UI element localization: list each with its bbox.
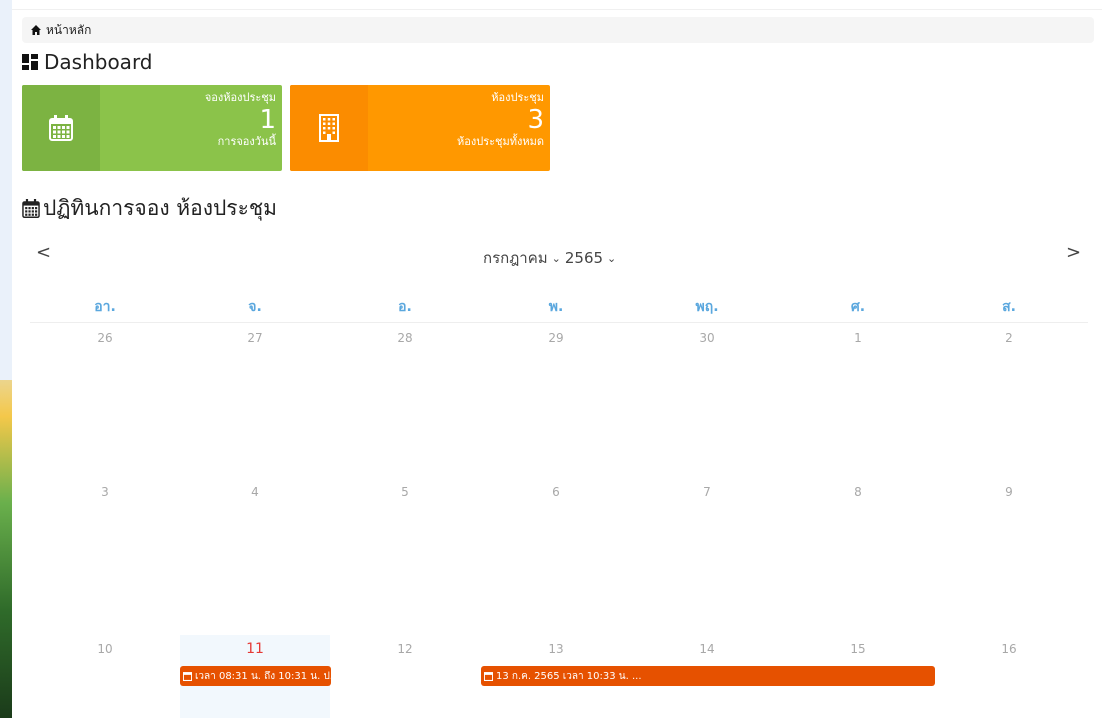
calendar-day[interactable]: 14	[632, 642, 782, 656]
page-title: Dashboard	[22, 50, 153, 74]
year-select[interactable]: 2565	[565, 249, 603, 267]
calendar-day[interactable]: 4	[180, 485, 330, 499]
calendar-title: ปฏิทินการจอง ห้องประชุม	[22, 192, 277, 225]
home-icon	[31, 25, 41, 35]
card-value: 3	[527, 105, 544, 135]
rooms-total-card[interactable]: ห้องประชุม 3 ห้องประชุมทั้งหมด	[290, 85, 550, 171]
calendar-icon	[49, 115, 73, 141]
calendar-day[interactable]: 13	[481, 642, 631, 656]
month-select[interactable]: กรกฎาคม	[483, 246, 548, 270]
calendar-day[interactable]: 26	[30, 331, 180, 345]
calendar-title-text: ปฏิทินการจอง ห้องประชุม	[43, 196, 277, 220]
calendar-day[interactable]: 1	[783, 331, 933, 345]
card-body: จองห้องประชุม 1 การจองวันนี้	[100, 85, 282, 171]
page-title-text: Dashboard	[44, 50, 153, 74]
card-icon-area	[22, 85, 100, 171]
calendar-icon	[183, 672, 192, 681]
calendar-day[interactable]: 3	[30, 485, 180, 499]
weekday-header: พ.	[548, 299, 564, 315]
background-strip-top	[0, 0, 12, 380]
calendar-day[interactable]: 2	[934, 331, 1084, 345]
building-icon	[319, 114, 339, 142]
calendar-day[interactable]: 15	[783, 642, 933, 656]
chevron-down-icon[interactable]: ⌄	[607, 252, 616, 265]
calendar-day[interactable]: 8	[783, 485, 933, 499]
calendar-day[interactable]: 6	[481, 485, 631, 499]
calendar-day[interactable]: 30	[632, 331, 782, 345]
breadcrumb-home-link[interactable]: หน้าหลัก	[46, 21, 91, 40]
dashboard-icon	[22, 54, 38, 70]
breadcrumb: หน้าหลัก	[22, 17, 1094, 43]
calendar-icon	[22, 199, 40, 218]
weekday-divider	[30, 322, 1088, 323]
weekday-header: อ.	[398, 299, 412, 315]
card-sublabel: ห้องประชุมทั้งหมด	[456, 135, 544, 148]
top-bar	[12, 0, 1102, 10]
event-text: เวลา 08:31 น. ถึง 10:31 น. ป...	[195, 670, 331, 682]
card-label: จองห้องประชุม	[204, 91, 276, 104]
card-value: 1	[259, 105, 276, 135]
month-year-selector: กรกฎาคม ⌄ 2565 ⌄	[483, 246, 620, 270]
card-label: ห้องประชุม	[491, 91, 544, 104]
weekday-header: พฤ.	[695, 299, 719, 315]
card-sublabel: การจองวันนี้	[217, 135, 276, 148]
chevron-down-icon[interactable]: ⌄	[552, 252, 561, 265]
calendar-event[interactable]: เวลา 08:31 น. ถึง 10:31 น. ป...	[180, 666, 331, 686]
bookings-today-card[interactable]: จองห้องประชุม 1 การจองวันนี้	[22, 85, 282, 171]
calendar-day[interactable]: 10	[30, 642, 180, 656]
weekday-header: จ.	[248, 299, 262, 315]
calendar-day[interactable]: 16	[934, 642, 1084, 656]
calendar-day[interactable]: 7	[632, 485, 782, 499]
calendar-event[interactable]: 13 ก.ค. 2565 เวลา 10:33 น. ...	[481, 666, 935, 686]
calendar-day-today[interactable]: 11	[180, 641, 330, 657]
weekday-header: อา.	[94, 299, 116, 315]
calendar-day[interactable]: 27	[180, 331, 330, 345]
calendar-icon	[484, 672, 493, 681]
calendar-day[interactable]: 28	[330, 331, 480, 345]
calendar-day[interactable]: 12	[330, 642, 480, 656]
calendar-day[interactable]: 29	[481, 331, 631, 345]
weekday-header: ส.	[1002, 299, 1016, 315]
weekday-header: ศ.	[850, 299, 866, 315]
next-month-button[interactable]: >	[1066, 242, 1081, 263]
calendar-day[interactable]: 9	[934, 485, 1084, 499]
card-icon-area	[290, 85, 368, 171]
calendar-day[interactable]: 5	[330, 485, 480, 499]
card-body: ห้องประชุม 3 ห้องประชุมทั้งหมด	[368, 85, 550, 171]
event-text: 13 ก.ค. 2565 เวลา 10:33 น. ...	[496, 670, 642, 682]
prev-month-button[interactable]: <	[36, 242, 51, 263]
